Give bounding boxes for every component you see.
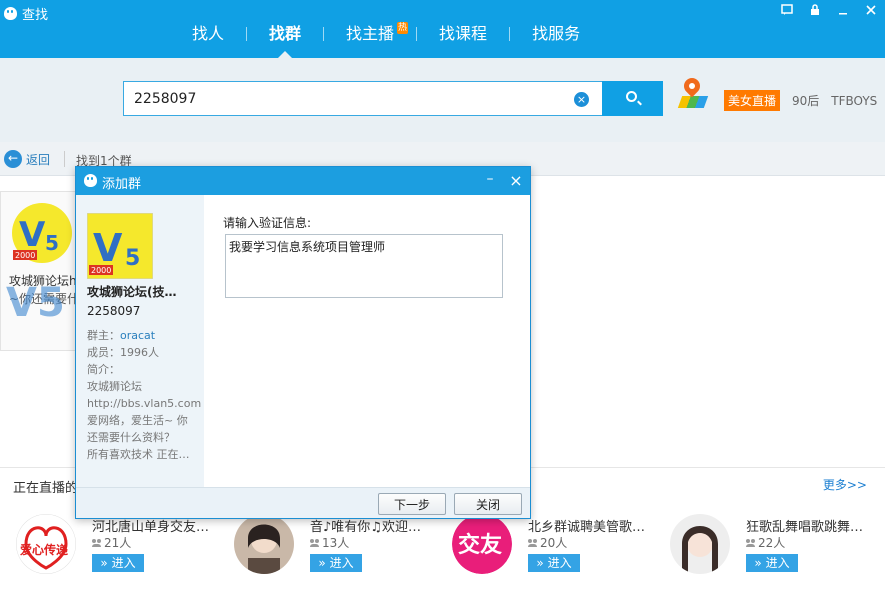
close-icon[interactable]: × xyxy=(508,171,524,191)
people-icon xyxy=(310,538,320,547)
live-name: 狂歌乱舞唱歌跳舞… xyxy=(746,520,864,535)
divider xyxy=(64,151,65,167)
svg-text:交友: 交友 xyxy=(458,532,502,558)
lock-icon[interactable] xyxy=(807,4,823,20)
member-count: 成员：1996人 xyxy=(87,346,159,359)
verification-message-input[interactable]: 我要学习信息系统项目管理师 xyxy=(225,234,503,298)
svg-text:5: 5 xyxy=(125,246,140,271)
tab-find-group[interactable]: 找群 xyxy=(247,0,323,58)
close-button[interactable]: 关闭 xyxy=(454,493,522,515)
feedback-icon[interactable] xyxy=(779,4,795,20)
window-controls xyxy=(779,4,879,20)
search-area: × 美女直播 90后 TFBOYS xyxy=(0,58,885,142)
live-item[interactable]: 音♪唯有你♫欢迎… 13人 » 进入 xyxy=(234,514,449,578)
live-avatar xyxy=(234,514,294,574)
people-icon xyxy=(528,538,538,547)
people-icon xyxy=(92,538,102,547)
group-info-panel: V 5 2000 攻城狮论坛(技… 2258097 群主：oracat 成员：1… xyxy=(76,195,204,487)
live-section-title: 正在直播的 xyxy=(13,481,79,496)
search-box: × xyxy=(123,81,603,116)
back-arrow-icon: ← xyxy=(4,150,22,168)
qq-penguin-icon xyxy=(84,174,97,187)
dialog-title: 添加群 xyxy=(102,177,142,192)
back-button[interactable]: ← 返回 xyxy=(4,150,50,168)
tag-tfboys[interactable]: TFBOYS xyxy=(831,94,877,108)
live-viewer-count: 20人 xyxy=(528,534,567,551)
enter-button[interactable]: » 进入 xyxy=(92,554,144,572)
group-name: 攻城狮论坛h xyxy=(9,274,77,288)
group-details: 群主：oracat 成员：1996人 简介： 攻城狮论坛 http://bbs.… xyxy=(87,327,201,463)
app-title: 查找 xyxy=(4,4,48,23)
tag-live-stream[interactable]: 美女直播 xyxy=(724,90,781,111)
svg-text:V: V xyxy=(93,226,123,270)
people-icon xyxy=(746,538,756,547)
search-icon xyxy=(626,91,637,102)
add-group-dialog: 添加群 – × V 5 2000 攻城狮论坛(技… 2258097 群主：ora… xyxy=(75,166,531,519)
live-avatar: 爱心传递 xyxy=(16,514,76,574)
intro-line: 爱网络，爱生活~ 你 xyxy=(87,414,188,427)
more-link[interactable]: 更多>> xyxy=(823,476,867,493)
svg-text:V: V xyxy=(19,215,46,255)
tab-label: 找主播 xyxy=(346,24,395,43)
live-avatar xyxy=(670,514,730,574)
intro-line: 攻城狮论坛 xyxy=(87,380,142,393)
intro-label: 简介： xyxy=(87,363,120,376)
live-viewer-count: 21人 xyxy=(92,534,131,551)
group-id: 2258097 xyxy=(87,304,141,318)
verification-label: 请输入验证信息: xyxy=(223,216,312,230)
intro-line: 所有喜欢技术 正在… xyxy=(87,448,190,461)
tab-find-service[interactable]: 找服务 xyxy=(510,0,602,58)
tab-find-course[interactable]: 找课程 xyxy=(417,0,509,58)
live-item[interactable]: 爱心传递 河北唐山单身交友… 21人 » 进入 xyxy=(16,514,231,578)
window-title: 查找 xyxy=(22,8,49,23)
live-item[interactable]: 狂歌乱舞唱歌跳舞… 22人 » 进入 xyxy=(670,514,885,578)
svg-text:2000: 2000 xyxy=(15,251,35,260)
enter-button[interactable]: » 进入 xyxy=(746,554,798,572)
hot-tags: 美女直播 90后 TFBOYS xyxy=(724,90,877,111)
title-bar: 查找 找人 找群 找主播热 找课程 找服务 xyxy=(0,0,885,58)
owner-row: 群主：oracat xyxy=(87,329,156,342)
search-button[interactable] xyxy=(602,81,663,116)
group-name: 攻城狮论坛(技… xyxy=(87,285,177,299)
enter-button[interactable]: » 进入 xyxy=(310,554,362,572)
group-logo: V 5 2000 xyxy=(12,203,72,263)
back-label: 返回 xyxy=(26,152,51,167)
dialog-title-bar[interactable]: 添加群 – × xyxy=(76,167,530,195)
tab-label: 找人 xyxy=(192,24,225,43)
map-pin xyxy=(680,74,704,98)
close-icon[interactable] xyxy=(863,4,879,20)
svg-text:爱心传递: 爱心传递 xyxy=(20,542,68,557)
next-button[interactable]: 下一步 xyxy=(378,493,446,515)
tab-find-streamer[interactable]: 找主播热 xyxy=(324,0,416,58)
group-desc: ~你还需要什 xyxy=(9,292,80,306)
intro-line: http://bbs.vlan5.com xyxy=(87,397,201,410)
live-avatar: 交友 xyxy=(452,514,512,574)
group-logo: V 5 2000 xyxy=(87,213,153,279)
minimize-icon[interactable]: – xyxy=(482,171,498,191)
tag-90s[interactable]: 90后 xyxy=(792,92,819,109)
enter-button[interactable]: » 进入 xyxy=(528,554,580,572)
qq-penguin-icon xyxy=(4,7,17,20)
owner-link[interactable]: oracat xyxy=(120,329,155,342)
svg-text:2000: 2000 xyxy=(91,266,111,275)
clear-icon[interactable]: × xyxy=(574,92,589,107)
tab-label: 找服务 xyxy=(532,24,581,43)
main-nav: 找人 找群 找主播热 找课程 找服务 xyxy=(170,0,602,58)
live-viewer-count: 13人 xyxy=(310,534,349,551)
tab-label: 找群 xyxy=(269,24,302,43)
live-name: 北乡群诚聘美管歌… xyxy=(528,520,646,535)
tab-find-people[interactable]: 找人 xyxy=(170,0,246,58)
search-input[interactable] xyxy=(134,89,564,109)
map-location-icon[interactable] xyxy=(677,74,709,112)
map-base xyxy=(677,96,709,108)
minimize-icon[interactable] xyxy=(835,4,851,20)
intro-line: 还需要什么资料？ xyxy=(87,431,175,444)
live-item[interactable]: 交友 北乡群诚聘美管歌… 20人 » 进入 xyxy=(452,514,667,578)
live-viewer-count: 22人 xyxy=(746,534,785,551)
dialog-footer: 下一步 关闭 xyxy=(76,487,530,518)
tab-label: 找课程 xyxy=(439,24,488,43)
hot-badge: 热 xyxy=(397,22,409,34)
svg-text:5: 5 xyxy=(45,231,59,255)
